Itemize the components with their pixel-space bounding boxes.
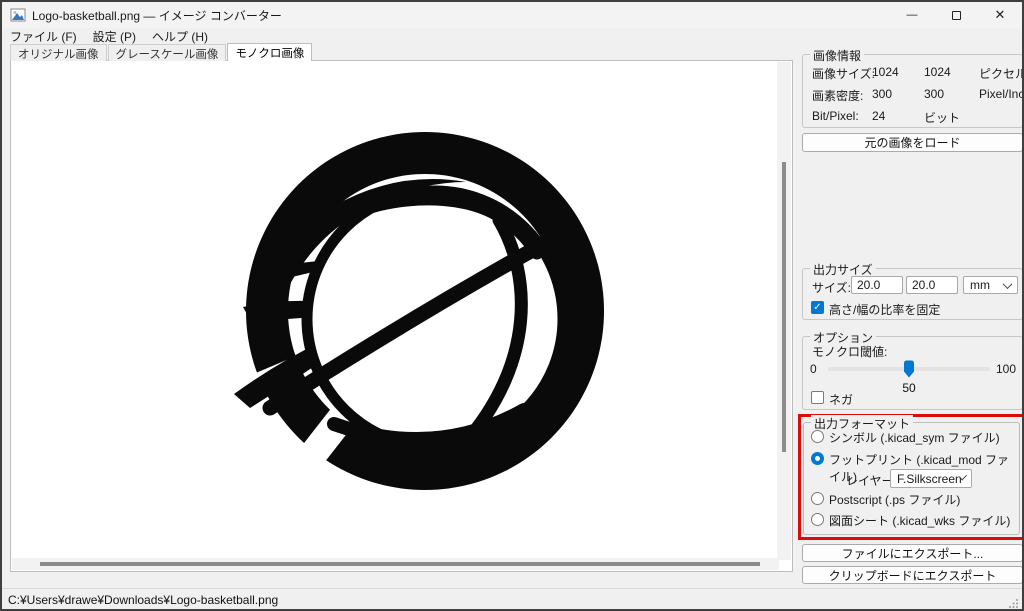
output-size-group: 出力サイズ サイズ: 20.0 20.0 mm 高さ/幅の比率を固定 [802,261,1022,320]
output-height-input[interactable]: 20.0 [906,276,958,294]
menu-help[interactable]: ヘルプ (H) [144,28,216,44]
status-bar: C:¥Users¥drawe¥Downloads¥Logo-basketball… [2,588,1022,609]
size-label: サイズ: [812,281,851,295]
menu-settings[interactable]: 設定 (P) [85,28,144,44]
output-format-group: 出力フォーマット シンボル (.kicad_sym ファイル) フットプリント … [803,415,1020,535]
resize-grip-icon[interactable] [1009,598,1019,608]
image-info-group: 画像情報 画像サイズ: 1024 1024 ピクセル 画素密度: 300 300… [802,47,1024,128]
horizontal-scrollbar[interactable] [12,558,779,570]
bit-pixel-value: 24 [872,109,886,123]
threshold-label: モノクロ閾値: [812,345,888,359]
maximize-icon [951,10,961,20]
negative-checkbox[interactable] [811,391,824,404]
export-to-clipboard-button[interactable]: クリップボードにエクスポート [802,566,1022,584]
menu-bar: ファイル (F) 設定 (P) ヘルプ (H) [2,28,1022,44]
chevron-down-icon [1002,278,1013,289]
negative-label: ネガ [829,393,854,407]
preview-tabs: オリジナル画像 グレースケール画像 モノクロ画像 [10,43,313,61]
app-window: Logo-basketball.png — イメージ コンバーター — ✕ ファ… [0,0,1024,611]
image-density-label: 画素密度: [812,89,864,103]
basketball-logo-image [195,132,605,513]
close-button[interactable]: ✕ [978,2,1022,28]
radio-postscript[interactable] [811,492,824,505]
unit-dropdown[interactable]: mm [963,276,1018,294]
tab-monochrome-image[interactable]: モノクロ画像 [227,43,313,61]
threshold-value-label: 50 [902,381,916,395]
title-bar: Logo-basketball.png — イメージ コンバーター — ✕ [2,2,1022,28]
vertical-scrollbar-thumb[interactable] [782,162,786,452]
file-path-text: C:¥Users¥drawe¥Downloads¥Logo-basketball… [8,593,279,607]
vertical-scrollbar[interactable] [777,62,791,560]
radio-symbol-label[interactable]: シンボル (.kicad_sym ファイル) [829,429,1000,446]
window-title: Logo-basketball.png — イメージ コンバーター [32,8,282,23]
image-density-y: 300 [924,87,945,101]
radio-postscript-label[interactable]: Postscript (.ps ファイル) [829,491,960,508]
bit-pixel-unit: ビット [924,111,961,125]
image-size-label: 画像サイズ: [812,67,875,81]
tab-original-image[interactable]: オリジナル画像 [10,44,107,61]
image-size-width: 1024 [872,65,899,79]
image-density-x: 300 [872,87,893,101]
slider-min-label: 0 [810,362,817,376]
horizontal-scrollbar-thumb[interactable] [40,562,760,566]
radio-symbol[interactable] [811,430,824,443]
bit-pixel-label: Bit/Pixel: [812,109,859,123]
image-info-title: 画像情報 [810,47,865,64]
threshold-slider-track[interactable]: 50 [828,360,990,395]
tab-greyscale-image[interactable]: グレースケール画像 [107,44,227,61]
image-size-unit: ピクセル [979,67,1024,81]
minimize-button[interactable]: — [890,2,934,28]
app-icon [10,8,26,22]
load-original-image-button[interactable]: 元の画像をロード [802,133,1022,152]
radio-worksheet[interactable] [811,513,824,526]
menu-file[interactable]: ファイル (F) [2,28,85,44]
export-to-file-button[interactable]: ファイルにエクスポート... [802,544,1022,562]
radio-footprint[interactable] [811,452,824,465]
close-icon: ✕ [994,7,1006,22]
options-group: オプション モノクロ閾値: 0 100 50 ネガ [802,329,1022,410]
image-density-unit: Pixel/Inch [979,87,1024,101]
minimize-icon: — [906,9,918,21]
radio-worksheet-label[interactable]: 図面シート (.kicad_wks ファイル) [829,512,1010,529]
threshold-slider-handle[interactable] [903,360,915,382]
image-size-height: 1024 [924,65,951,79]
layer-dropdown[interactable]: F.Silkscreen [890,469,972,488]
slider-max-label: 100 [995,362,1016,376]
image-preview-panel [10,60,793,572]
maximize-button[interactable] [934,2,978,28]
output-width-input[interactable]: 20.0 [851,276,903,294]
lock-ratio-label: 高さ/幅の比率を固定 [829,303,941,317]
lock-ratio-checkbox[interactable] [811,301,824,314]
